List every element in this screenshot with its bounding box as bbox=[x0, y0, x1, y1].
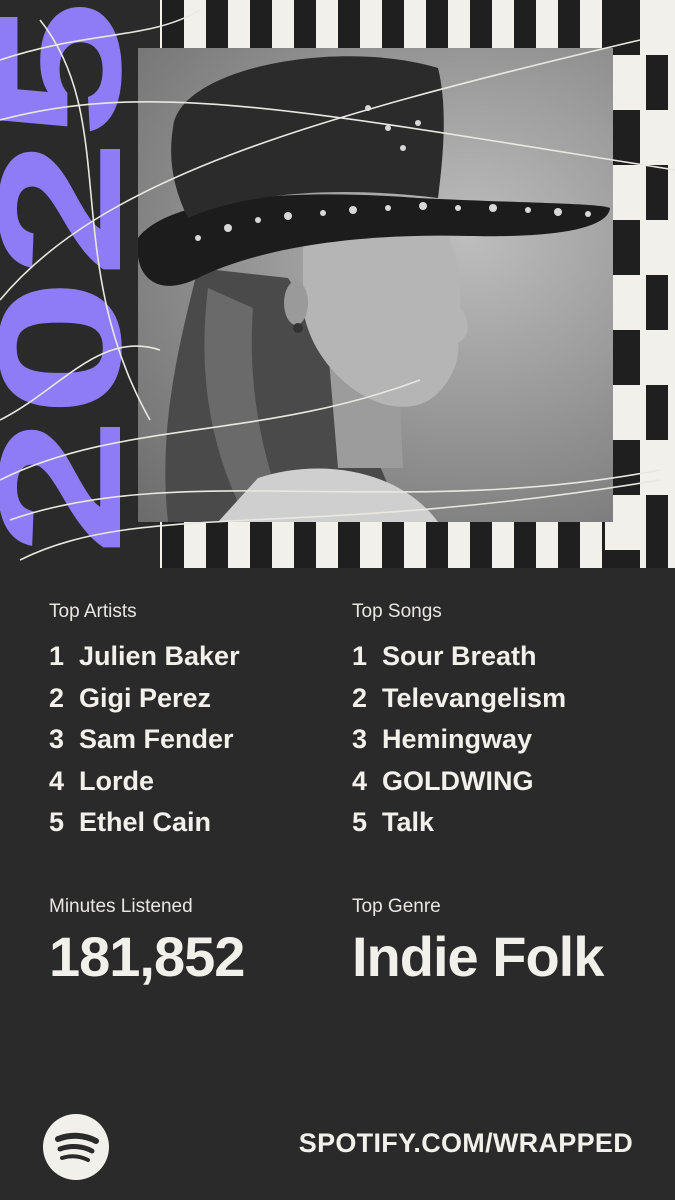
top-songs-list: 1 Sour Breath 2 Televangelism 3 Hemingway 4… bbox=[352, 636, 632, 844]
spotify-logo-icon bbox=[43, 1114, 109, 1180]
minutes-value: 181,852 bbox=[49, 925, 245, 988]
minutes-listened-section: Minutes Listened 181,852 bbox=[49, 895, 349, 989]
wrapped-hero-graphic: 2025 bbox=[0, 0, 675, 568]
top-artists-section: Top Artists 1 Julien Baker 2 Gigi Perez 3S… bbox=[49, 600, 329, 844]
rank: 2 bbox=[352, 682, 368, 713]
artist-name: Ethel Cain bbox=[79, 807, 212, 837]
top-artists-heading: Top Artists bbox=[49, 601, 137, 622]
song-name: GOLDWING bbox=[382, 765, 534, 796]
year-2025-graphic: 2025 bbox=[0, 0, 160, 568]
rank: 4 bbox=[49, 765, 65, 796]
rank: 3 bbox=[352, 724, 368, 754]
song-item: 1 Sour Breath bbox=[352, 636, 632, 678]
checker-pattern bbox=[605, 0, 675, 568]
top-genre-section: Top Genre Indie Folk bbox=[352, 895, 652, 989]
song-item: 3 Hemingway bbox=[352, 719, 632, 761]
song-name: Televangelism bbox=[382, 682, 567, 713]
top-songs-heading: Top Songs bbox=[352, 601, 442, 622]
song-item: 2 Televangelism bbox=[352, 678, 632, 720]
checker-cell bbox=[640, 440, 675, 495]
checker-cell bbox=[640, 110, 675, 165]
checker-cell bbox=[640, 330, 675, 385]
minutes-heading: Minutes Listened bbox=[49, 896, 193, 917]
artist-item: 1 Julien Baker bbox=[49, 636, 329, 678]
rank: 2 bbox=[49, 682, 65, 713]
song-name: Sour Breath bbox=[382, 641, 537, 671]
checker-cell bbox=[640, 220, 675, 275]
artist-item: 4 Lorde bbox=[49, 761, 329, 803]
artist-item: 2 Gigi Perez bbox=[49, 678, 329, 720]
artist-name: Gigi Perez bbox=[79, 682, 212, 713]
artist-name: Lorde bbox=[79, 765, 155, 796]
rank: 1 bbox=[49, 641, 65, 671]
genre-value: Indie Folk bbox=[352, 925, 604, 988]
song-name: Talk bbox=[382, 807, 435, 837]
rank: 5 bbox=[49, 807, 65, 837]
top-artists-list: 1 Julien Baker 2 Gigi Perez 3 Sam Fender 4L… bbox=[49, 636, 329, 844]
artist-name: Sam Fender bbox=[79, 724, 234, 754]
rank: 3 bbox=[49, 724, 65, 754]
song-name: Hemingway bbox=[382, 724, 533, 754]
spotify-wrapped-link[interactable]: SPOTIFY.COM/WRAPPED bbox=[299, 1128, 633, 1159]
rank: 1 bbox=[352, 641, 368, 671]
rank: 5 bbox=[352, 807, 368, 837]
artist-item: 5 Ethel Cain bbox=[49, 802, 329, 844]
checker-cell bbox=[640, 0, 675, 55]
artist-portrait-image bbox=[138, 48, 613, 522]
song-item: 5 Talk bbox=[352, 802, 632, 844]
artist-name: Julien Baker bbox=[79, 641, 240, 671]
rank: 4 bbox=[352, 765, 368, 796]
artist-item: 3 Sam Fender bbox=[49, 719, 329, 761]
genre-heading: Top Genre bbox=[352, 896, 441, 917]
year-text: 2025 bbox=[0, 0, 158, 556]
song-item: 4 GOLDWING bbox=[352, 761, 632, 803]
top-songs-section: Top Songs 1 Sour Breath 2 Televangelism 3H… bbox=[352, 600, 632, 844]
